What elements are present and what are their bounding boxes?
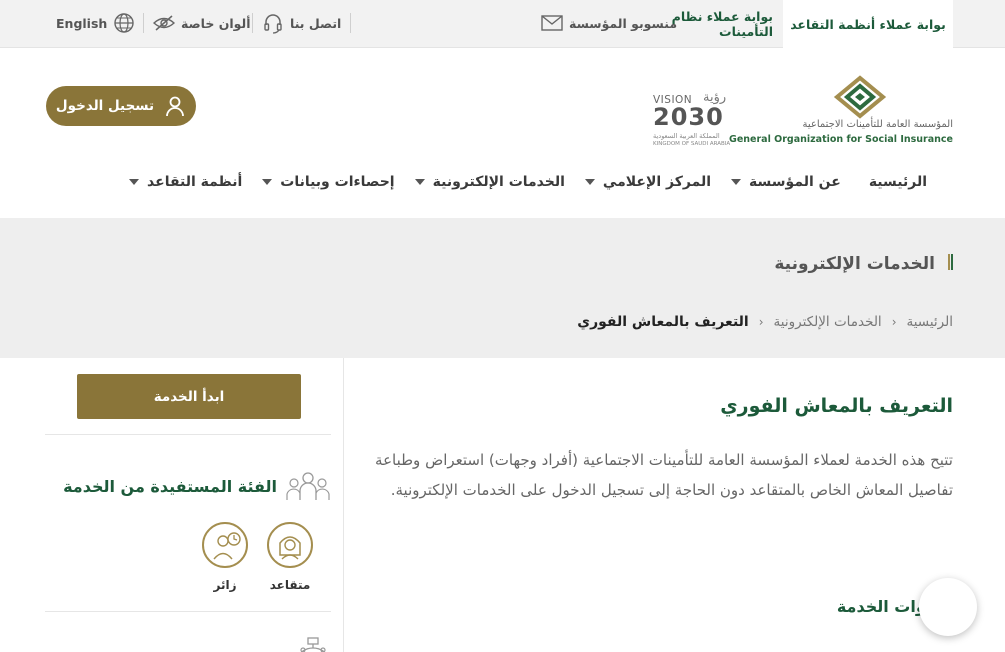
contact-label: اتصل بنا	[290, 15, 342, 31]
chevron-down-icon	[731, 179, 742, 185]
special-colors-link[interactable]: ألوان خاصة	[153, 0, 250, 46]
nav-item-home[interactable]: الرئيسية	[841, 174, 927, 190]
nav-item-retirement[interactable]: أنظمة التقاعد	[109, 174, 242, 190]
chevron-left-icon: ‹	[758, 315, 764, 329]
user-icon	[166, 96, 185, 117]
gosi-name-ar: المؤسسة العامة للتأمينات الاجتماعية	[802, 119, 953, 130]
beneficiaries-heading: الفئة المستفيدة من الخدمة	[63, 470, 331, 502]
nav-item-media[interactable]: المركز الإعلامي	[565, 174, 711, 190]
steps-list-cut	[533, 642, 953, 652]
chevron-down-icon	[262, 179, 273, 185]
page-header-band: الخدمات الإلكترونية الرئيسية ‹ الخدمات ا…	[0, 218, 1005, 358]
chevron-down-icon	[584, 179, 595, 185]
login-button[interactable]: تسجيل الدخول	[46, 86, 196, 126]
envelope-icon	[541, 15, 563, 31]
chevron-down-icon	[414, 179, 425, 185]
login-label: تسجيل الدخول	[55, 98, 155, 114]
floating-action-button[interactable]	[919, 578, 977, 636]
retiree-icon	[267, 522, 313, 568]
eye-slash-icon	[153, 15, 175, 31]
staff-link[interactable]: منسوبو المؤسسة	[541, 0, 677, 46]
visitor-icon	[202, 522, 248, 568]
vision-2030-logo: VISION رؤية 2030 المملكة العربية السعودي…	[651, 90, 737, 150]
main-nav: الرئيسية عن المؤسسة المركز الإعلامي الخد…	[109, 174, 927, 190]
nav-label: إحصاءات وبيانات	[280, 174, 395, 190]
sidebar-divider	[45, 434, 331, 435]
language-switch[interactable]: English	[56, 0, 135, 46]
util-divider	[143, 13, 144, 33]
gosi-emblem-icon	[833, 75, 887, 119]
nav-item-statistics[interactable]: إحصاءات وبيانات	[242, 174, 395, 190]
tab-retirement-portal[interactable]: بوابة عملاء أنظمة التقاعد	[783, 0, 953, 48]
nav-label: الرئيسية	[868, 174, 927, 190]
beneficiary-retiree: متقاعد	[267, 522, 313, 592]
gosi-name-en: General Organization for Social Insuranc…	[729, 134, 953, 145]
chevron-down-icon	[129, 179, 140, 185]
nav-label: الخدمات الإلكترونية	[432, 174, 565, 190]
chevron-left-icon: ‹	[891, 315, 897, 329]
util-divider	[350, 13, 351, 33]
channels-icon	[296, 636, 330, 652]
vision-number: 2030	[653, 103, 724, 131]
page-title: الخدمات الإلكترونية	[774, 254, 935, 274]
retiree-label: متقاعد	[269, 578, 311, 592]
colors-label: ألوان خاصة	[181, 15, 251, 31]
nav-label: المركز الإعلامي	[602, 174, 712, 190]
site-header: المؤسسة العامة للتأمينات الاجتماعية Gene…	[0, 48, 1005, 218]
top-bar: بوابة عملاء أنظمة التقاعد بوابة عملاء نظ…	[0, 0, 1005, 48]
nav-item-eservices[interactable]: الخدمات الإلكترونية	[395, 174, 565, 190]
group-icon	[286, 472, 330, 500]
headset-icon	[264, 14, 282, 34]
breadcrumb-eservices[interactable]: الخدمات الإلكترونية	[774, 314, 882, 330]
staff-label: منسوبو المؤسسة	[569, 15, 678, 31]
breadcrumb: الرئيسية ‹ الخدمات الإلكترونية ‹ التعريف…	[577, 314, 953, 330]
beneficiary-visitor: زائر	[202, 522, 248, 592]
start-service-label: ابدأ الخدمة	[153, 388, 225, 405]
title-accent	[947, 254, 953, 274]
gosi-logo[interactable]: المؤسسة العامة للتأمينات الاجتماعية Gene…	[729, 75, 953, 149]
column-divider	[343, 358, 344, 652]
vision-kingdom-ar: المملكة العربية السعودية	[653, 132, 720, 140]
service-heading: التعريف بالمعاش الفوري	[720, 395, 953, 417]
beneficiaries-title: الفئة المستفيدة من الخدمة	[63, 476, 277, 496]
breadcrumb-current: التعريف بالمعاش الفوري	[577, 314, 749, 330]
globe-icon	[114, 13, 134, 33]
visitor-label: زائر	[213, 578, 237, 592]
vision-kingdom-en: KINGDOM OF SAUDI ARABIA	[653, 141, 731, 147]
start-service-button[interactable]: ابدأ الخدمة	[77, 374, 301, 419]
nav-label: أنظمة التقاعد	[147, 174, 243, 190]
nav-item-about[interactable]: عن المؤسسة	[711, 174, 841, 190]
util-divider	[252, 13, 253, 33]
sidebar-divider	[45, 611, 331, 612]
contact-link[interactable]: اتصل بنا	[262, 0, 341, 46]
breadcrumb-home[interactable]: الرئيسية	[907, 314, 954, 330]
service-description: تتيح هذه الخدمة لعملاء المؤسسة العامة لل…	[375, 451, 953, 499]
language-label: English	[56, 15, 108, 31]
nav-label: عن المؤسسة	[749, 174, 841, 190]
